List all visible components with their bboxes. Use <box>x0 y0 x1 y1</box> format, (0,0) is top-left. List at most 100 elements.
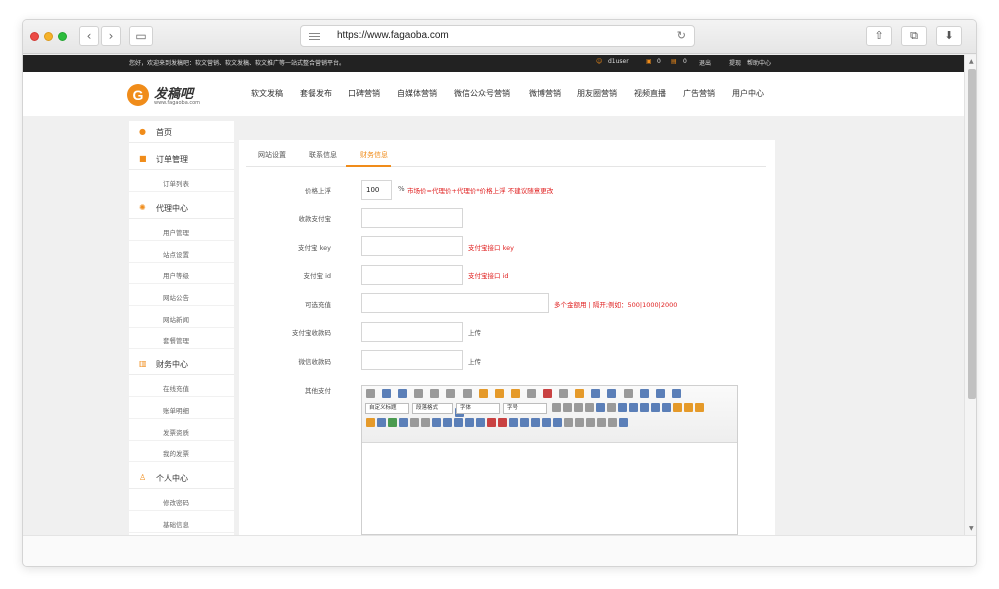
split-cells-icon[interactable] <box>520 418 529 427</box>
highlight-color-icon[interactable] <box>575 389 585 398</box>
share-icon[interactable]: ⇧ <box>866 26 892 46</box>
special-char-icon[interactable] <box>421 418 430 427</box>
rich-text-editor[interactable]: 自定义标题 段落格式 字体 字号 <box>361 385 738 535</box>
anchor-icon[interactable] <box>618 403 627 412</box>
format-brush-icon[interactable] <box>494 389 504 398</box>
zoom-window-icon[interactable] <box>58 32 67 41</box>
sidebar-item-packages[interactable]: 套餐管理 <box>129 328 234 349</box>
sidebar-item-home[interactable]: ● 首页 <box>129 121 234 143</box>
wechat-qr-input[interactable] <box>361 350 463 370</box>
sidebar-item-change-password[interactable]: 修改密码 <box>129 490 234 511</box>
align-left-icon[interactable] <box>552 403 561 412</box>
insert-column-icon[interactable] <box>476 418 485 427</box>
draft-icon[interactable] <box>608 418 617 427</box>
nav-item[interactable]: 软文发稿 <box>251 88 283 99</box>
tabs-icon[interactable]: ⧉ <box>901 26 927 46</box>
sidebar-item-order-list[interactable]: 订单列表 <box>129 171 234 192</box>
insert-row-icon[interactable] <box>465 418 474 427</box>
help-icon[interactable] <box>619 418 628 427</box>
forward-icon[interactable]: › <box>101 26 121 46</box>
sidebar-item-user-management[interactable]: 用户管理 <box>129 220 234 241</box>
alipay-key-input[interactable] <box>361 236 463 256</box>
image-icon[interactable] <box>629 403 638 412</box>
scrollbar-thumb[interactable] <box>968 69 976 399</box>
reload-icon[interactable]: ↻ <box>677 29 686 42</box>
address-bar[interactable]: https://www.fagaoba.com ↻ <box>300 25 695 47</box>
map-icon[interactable] <box>399 418 408 427</box>
nav-item[interactable]: 自媒体营销 <box>397 88 437 99</box>
alipay-id-input[interactable] <box>361 265 463 285</box>
nav-item[interactable]: 视频直播 <box>634 88 666 99</box>
image-right-icon[interactable] <box>662 403 671 412</box>
logo-mark[interactable]: G <box>127 84 149 106</box>
sidebar-item-news[interactable]: 网站新闻 <box>129 307 234 328</box>
image-center-icon[interactable] <box>651 403 660 412</box>
sidebar-item-site-settings[interactable]: 站点设置 <box>129 242 234 263</box>
html-source-icon[interactable] <box>366 389 375 398</box>
paste-plain-icon[interactable] <box>543 389 553 398</box>
sidebar-item-my-invoices[interactable]: 我的发票 <box>129 441 234 462</box>
username-link[interactable]: d1user <box>608 58 629 65</box>
sidebar-item-user-levels[interactable]: 用户等级 <box>129 263 234 284</box>
bold-icon[interactable] <box>414 389 424 398</box>
nav-item[interactable]: 口碑营销 <box>348 88 380 99</box>
image-left-icon[interactable] <box>640 403 649 412</box>
help-center-link[interactable]: 帮助中心 <box>747 58 771 67</box>
download-icon[interactable]: ⬇ <box>936 26 962 46</box>
emoji-icon[interactable] <box>695 403 704 412</box>
price-markup-input[interactable]: 100 <box>361 180 392 200</box>
insert-image-icon[interactable] <box>673 403 682 412</box>
underline-icon[interactable] <box>446 389 456 398</box>
italic-icon[interactable] <box>430 389 440 398</box>
eraser-icon[interactable] <box>478 389 488 398</box>
select-all-icon[interactable] <box>623 389 633 398</box>
alipay-qr-input[interactable] <box>361 322 463 342</box>
withdraw-link[interactable]: 提现 <box>729 58 741 67</box>
sidebar-item-recharge[interactable]: 在线充值 <box>129 376 234 397</box>
multi-image-icon[interactable] <box>684 403 693 412</box>
strikethrough-icon[interactable] <box>462 389 472 398</box>
table-props-icon[interactable] <box>553 418 562 427</box>
recharge-options-input[interactable] <box>361 293 549 313</box>
font-size-select[interactable]: 字号 <box>503 403 547 414</box>
sidebar-item-billing[interactable]: 账单明细 <box>129 398 234 419</box>
reader-icon[interactable] <box>309 33 320 40</box>
font-color-icon[interactable] <box>559 389 569 398</box>
tab-site-settings[interactable]: 网站设置 <box>258 150 286 160</box>
scroll-up-icon[interactable]: ▲ <box>969 58 974 65</box>
tab-contact-info[interactable]: 联系信息 <box>309 150 337 160</box>
scroll-down-icon[interactable]: ▼ <box>969 525 974 532</box>
alipay-qr-upload-button[interactable]: 上传 <box>468 327 481 337</box>
nav-item[interactable]: 广告营销 <box>683 88 715 99</box>
sidebar-group-agency[interactable]: ✺ 代理中心 <box>129 197 234 219</box>
row-spacing-top-icon[interactable] <box>639 389 649 398</box>
sidebar-toggle-icon[interactable]: ▭ <box>129 26 153 46</box>
preview-icon[interactable] <box>586 418 595 427</box>
align-right-icon[interactable] <box>574 403 583 412</box>
unlink-icon[interactable] <box>607 403 616 412</box>
sidebar-group-finance[interactable]: ▥ 财务中心 <box>129 353 234 375</box>
time-icon[interactable] <box>443 418 452 427</box>
page-break-icon[interactable] <box>564 418 573 427</box>
delete-row-icon[interactable] <box>487 418 496 427</box>
align-justify-icon[interactable] <box>585 403 594 412</box>
scrawl-icon[interactable] <box>366 418 375 427</box>
print-icon[interactable] <box>575 418 584 427</box>
nav-item[interactable]: 套餐发布 <box>300 88 332 99</box>
merge-cells-icon[interactable] <box>509 418 518 427</box>
link-icon[interactable] <box>596 403 605 412</box>
tab-finance-info[interactable]: 财务信息 <box>360 150 388 160</box>
line-height-icon[interactable] <box>671 389 681 398</box>
split-cols-icon[interactable] <box>542 418 551 427</box>
nav-item[interactable]: 微博营销 <box>529 88 561 99</box>
attachment-icon[interactable] <box>388 418 397 427</box>
search-replace-icon[interactable] <box>597 418 606 427</box>
font-family-select[interactable]: 字体 <box>456 403 500 414</box>
back-icon[interactable]: ‹ <box>79 26 99 46</box>
alipay-account-input[interactable] <box>361 208 463 228</box>
sidebar-item-invoice-qualification[interactable]: 发票资质 <box>129 420 234 441</box>
sidebar-item-announcements[interactable]: 网站公告 <box>129 285 234 306</box>
ordered-list-icon[interactable] <box>591 389 601 398</box>
nav-item-user-center[interactable]: 用户中心 <box>732 88 764 99</box>
insert-table-icon[interactable] <box>454 418 463 427</box>
